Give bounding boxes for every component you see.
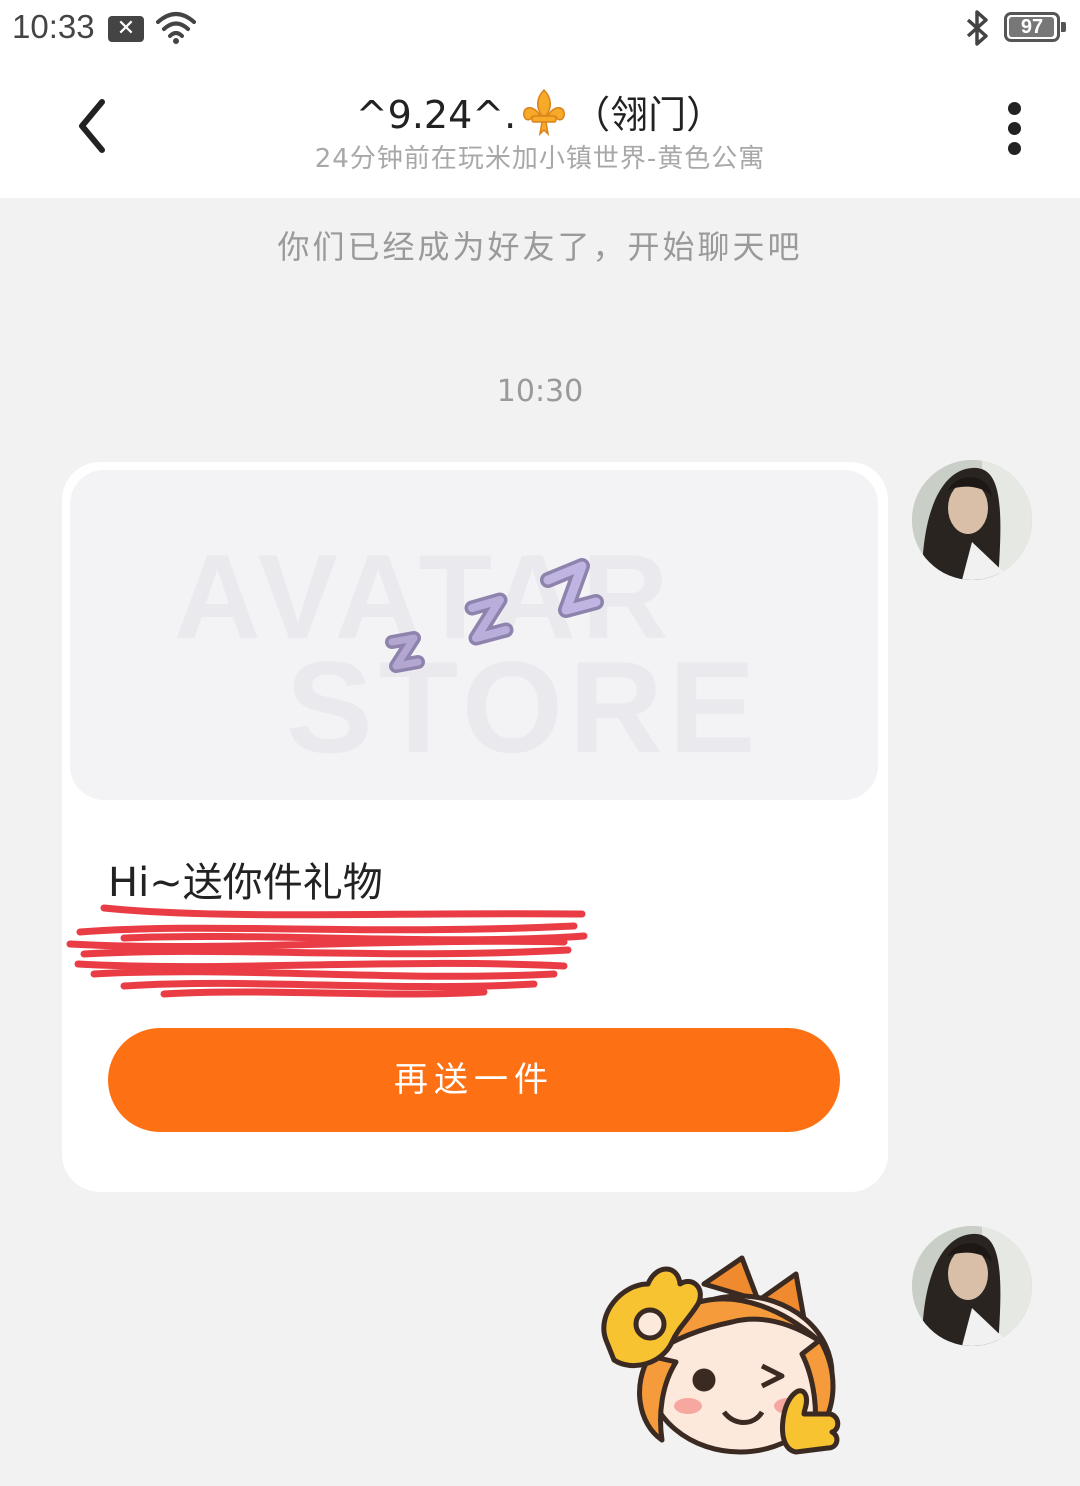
avatar[interactable] [912, 460, 1032, 580]
redaction-scribble [66, 904, 588, 998]
battery-level: 97 [1020, 16, 1044, 38]
more-button[interactable] [990, 96, 1040, 160]
status-time: 10:33 [12, 8, 95, 45]
resend-gift-button[interactable]: 再送一件 [108, 1028, 840, 1132]
title-name: ^9.24^. [355, 93, 517, 137]
gift-image: AVATAR STORE [70, 470, 878, 800]
battery-tip [1061, 22, 1066, 32]
sleep-zzz-icon [385, 558, 604, 673]
battery-icon: 97 [1004, 12, 1066, 42]
message-timestamp: 10:30 [496, 374, 584, 409]
more-vertical-icon-dot [1008, 122, 1021, 135]
more-vertical-icon-dot [1008, 142, 1021, 155]
presence-status: 24分钟前在玩米加小镇世界-黄色公寓 [314, 144, 766, 174]
chat-header: ^9.24^. （翎门） 24分钟前在玩米加小镇世界-黄色公寓 [0, 60, 1080, 198]
avatar[interactable] [912, 1226, 1032, 1346]
system-message: 你们已经成为好友了，开始聊天吧 [277, 228, 803, 266]
more-vertical-icon-dot [1008, 102, 1021, 115]
status-bar: 10:33 ✕ 97 [0, 0, 1080, 60]
title-group: （翎门） [572, 93, 725, 137]
ok-gesture-sticker[interactable] [592, 1244, 852, 1464]
gift-message-card[interactable]: AVATAR STORE Hi~送你件礼物 再送一件 [62, 462, 888, 1192]
wifi-icon [156, 10, 196, 48]
bluetooth-icon [962, 10, 992, 50]
x-box-icon: ✕ [108, 16, 144, 42]
gift-message-text: Hi~送你件礼物 [108, 860, 383, 906]
